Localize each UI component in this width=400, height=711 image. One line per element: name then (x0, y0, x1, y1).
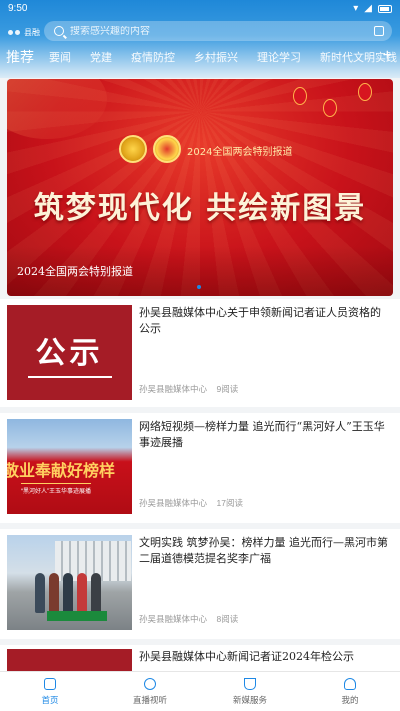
news-source: 孙吴县融媒体中心 (139, 614, 208, 624)
news-title: 网络短视频—榜样力量 追光而行“黑河好人”王玉华事迹展播 (139, 420, 385, 449)
tab-recommend[interactable]: 推荐 (6, 47, 34, 67)
news-title: 文明实践 筑梦孙吴：榜样力量 追光而行—黑河市第二届道德模范提名奖李广福 (139, 536, 388, 565)
cppcc-emblem-icon (153, 135, 181, 163)
search-icon (54, 26, 64, 36)
banner-headline: 筑梦现代化 共绘新图景 (33, 191, 367, 226)
cup-icon (244, 678, 256, 690)
national-emblem-icon (119, 135, 147, 163)
user-icon (344, 678, 356, 690)
wifi-icon: ▾ (353, 3, 359, 14)
tv-icon (144, 678, 156, 690)
news-source: 孙吴县融媒体中心 (139, 498, 208, 508)
thumbnail-subtext: “黑河好人”王玉华事迹展播 (21, 483, 91, 495)
status-time: 9:50 (8, 3, 28, 14)
news-meta: 孙吴县融媒体中心 8阅读 (139, 613, 238, 625)
news-title: 孙吴县融媒体中心新闻记者证2024年检公示 (139, 650, 354, 663)
news-reads: 17阅读 (216, 498, 243, 508)
bottom-nav: 首页 直播视听 新媒服务 我的 (0, 671, 400, 711)
tab-theory[interactable]: 理论学习 (257, 49, 301, 65)
news-item[interactable]: 敬业奉献好榜样 “黑河好人”王玉华事迹展播 网络短视频—榜样力量 追光而行“黑河… (0, 413, 400, 523)
banner-caption: 2024全国两会特别报道 (17, 265, 133, 278)
news-title: 孙吴县融媒体中心关于申领新闻记者证人员资格的公示 (139, 306, 381, 335)
news-reads: 8阅读 (216, 614, 239, 624)
status-bar: 9:50 ▾ ◢ (0, 0, 400, 18)
hero-banner[interactable]: 2024全国两会特别报道 筑梦现代化 共绘新图景 2024全国两会特别报道 (7, 79, 393, 296)
nav-label: 我的 (341, 696, 359, 706)
news-thumbnail: 敬业奉献好榜样 “黑河好人”王玉华事迹展播 (7, 419, 132, 514)
nav-label: 新媒服务 (232, 696, 267, 706)
status-icons: ▾ ◢ (353, 3, 392, 14)
news-reads: 9阅读 (216, 384, 239, 394)
news-meta: 孙吴县融媒体中心 17阅读 (139, 497, 243, 509)
news-source: 孙吴县融媒体中心 (139, 384, 208, 394)
tab-rural[interactable]: 乡村振兴 (194, 49, 238, 65)
news-item[interactable]: 文明实践 筑梦孙吴：榜样力量 追光而行—黑河市第二届道德模范提名奖李广福 孙吴县… (0, 529, 400, 639)
header: 9:50 ▾ ◢ 县融 推荐 要闻 党建 疫情防控 乡村振兴 理论学习 新时代文… (0, 0, 400, 78)
nav-live[interactable]: 直播视听 (110, 678, 190, 706)
nav-home[interactable]: 首页 (10, 678, 90, 706)
news-meta: 孙吴县融媒体中心 9阅读 (139, 383, 238, 395)
nav-label: 直播视听 (132, 696, 167, 706)
scan-icon[interactable] (374, 26, 384, 36)
search-bar[interactable] (44, 21, 392, 41)
news-thumbnail: 公示 (7, 305, 132, 400)
tab-news[interactable]: 要闻 (49, 49, 71, 65)
lantern-decoration (273, 79, 393, 129)
carousel-indicator[interactable] (197, 285, 201, 289)
nav-services[interactable]: 新媒服务 (210, 678, 290, 706)
app-logo[interactable]: 县融 (8, 24, 48, 40)
news-thumbnail (7, 535, 132, 630)
news-item[interactable]: 公示 孙吴县融媒体中心关于申领新闻记者证人员资格的公示 孙吴县融媒体中心 9阅读 (0, 299, 400, 407)
nav-mine[interactable]: 我的 (310, 678, 390, 706)
tab-party[interactable]: 党建 (90, 49, 112, 65)
thumbnail-text: 敬业奉献好榜样 (7, 461, 116, 480)
nav-label: 首页 (41, 696, 59, 706)
tab-epidemic[interactable]: 疫情防控 (131, 49, 175, 65)
add-channel-icon[interactable]: + (383, 47, 392, 65)
search-input[interactable] (70, 25, 350, 37)
banner-subtitle: 2024全国两会特别报道 (187, 147, 293, 158)
battery-icon (378, 4, 392, 13)
signal-icon: ◢ (364, 3, 372, 14)
emblems (119, 135, 181, 163)
thumbnail-text: 公示 (35, 336, 104, 370)
home-icon (44, 678, 56, 690)
logo-text: 县融 (24, 27, 40, 37)
channel-tabs: 推荐 要闻 党建 疫情防控 乡村振兴 理论学习 新时代文明实践 + (0, 45, 400, 69)
